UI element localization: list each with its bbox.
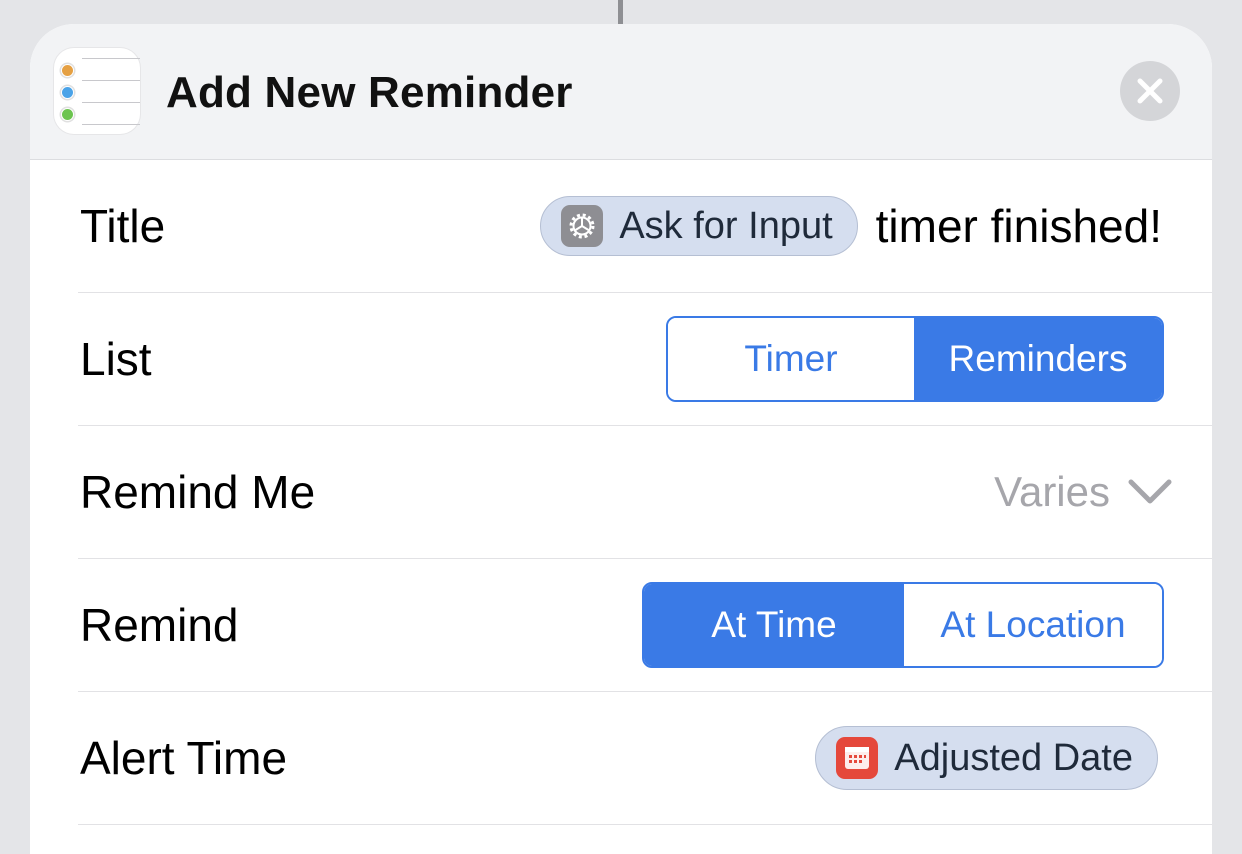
card-header: Add New Reminder (30, 24, 1212, 160)
remind-option-at-time[interactable]: At Time (644, 584, 904, 666)
chevron-down-icon[interactable] (1128, 478, 1172, 506)
adjusted-date-variable[interactable]: Adjusted Date (815, 726, 1158, 790)
ask-for-input-label: Ask for Input (619, 204, 833, 247)
title-label: Title (80, 200, 166, 252)
remind-me-label: Remind Me (80, 466, 316, 518)
background-divider (618, 0, 623, 24)
ask-for-input-variable[interactable]: Ask for Input (540, 196, 858, 256)
title-text-value[interactable]: timer finished! (876, 199, 1162, 253)
list-segmented-control: Timer Reminders (666, 316, 1164, 402)
gear-icon (561, 205, 604, 247)
close-icon (1137, 78, 1163, 104)
list-option-reminders[interactable]: Reminders (914, 318, 1162, 400)
adjusted-date-label: Adjusted Date (894, 736, 1133, 779)
alert-time-row: Alert Time Adjusted Date (78, 692, 1212, 825)
remind-option-at-location[interactable]: At Location (904, 584, 1162, 666)
remind-segmented-control: At Time At Location (642, 582, 1164, 668)
remind-me-value: Varies (994, 468, 1110, 515)
reminders-app-icon (54, 48, 140, 134)
action-card: Add New Reminder Title Ask for Input tim… (30, 24, 1212, 854)
list-row: List Timer Reminders (78, 293, 1212, 426)
close-button[interactable] (1120, 61, 1180, 121)
calendar-icon (836, 737, 879, 779)
remind-me-row[interactable]: Remind Me Varies (78, 426, 1212, 559)
remind-label: Remind (80, 599, 239, 651)
list-label: List (80, 333, 152, 385)
title-row: Title Ask for Input timer finished! (78, 160, 1212, 293)
remind-row: Remind At Time At Location (78, 559, 1212, 692)
list-option-timer[interactable]: Timer (668, 318, 914, 400)
alert-time-label: Alert Time (80, 732, 288, 784)
action-title: Add New Reminder (166, 68, 573, 117)
